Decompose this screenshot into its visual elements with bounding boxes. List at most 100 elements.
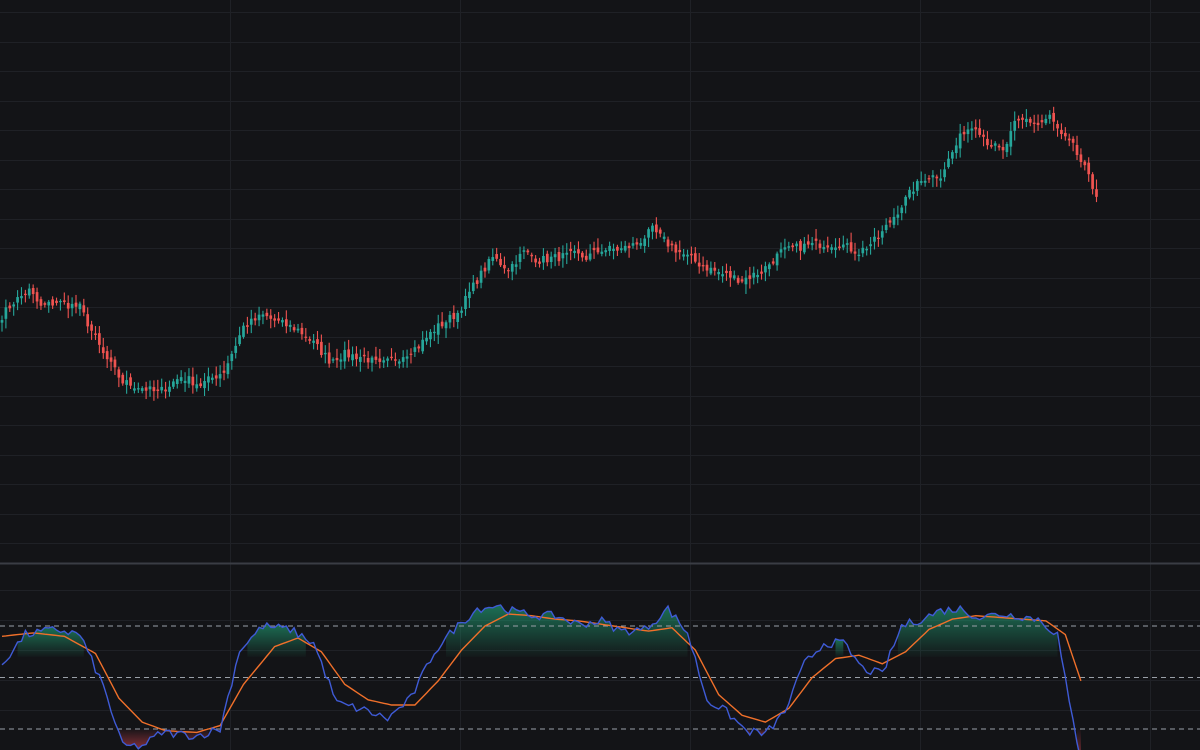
candle-body [82, 305, 86, 313]
candle-body [600, 251, 604, 254]
candle-body [421, 339, 425, 352]
candle-body [179, 377, 183, 381]
candle-body [246, 325, 249, 327]
candle-body [662, 236, 666, 239]
candle-body [744, 277, 748, 285]
candle-body [841, 244, 845, 248]
overbought-fill [835, 639, 844, 657]
candle-body [569, 248, 573, 252]
candle-body [335, 357, 339, 361]
candle-body [799, 241, 802, 251]
candle-body [880, 231, 884, 238]
candle-body [378, 358, 382, 362]
candle-body [931, 175, 935, 178]
candle-body [970, 128, 974, 131]
candle-body [806, 241, 810, 245]
candle-body [997, 145, 1001, 148]
candle-body [729, 271, 732, 278]
candle-body [951, 152, 954, 159]
candle-body [616, 246, 619, 251]
candle-body [935, 176, 939, 179]
candle-body [1036, 122, 1040, 126]
candle-body [830, 247, 833, 250]
candle-body [1013, 120, 1017, 131]
candle-body [43, 303, 47, 305]
candle-body [655, 224, 658, 233]
candle-body [191, 376, 195, 386]
candle-body [522, 250, 526, 252]
candle-body [892, 216, 896, 225]
candle-body [86, 314, 90, 327]
candle-body [425, 337, 428, 342]
candle-body [327, 352, 331, 364]
candle-body [787, 246, 791, 248]
candle-body [47, 301, 51, 306]
candle-body [121, 374, 125, 384]
candle-body [105, 351, 109, 360]
candle-body [514, 264, 518, 267]
candle-body [927, 178, 931, 180]
candle-body [475, 280, 479, 284]
candle-body [923, 180, 927, 183]
candle-body [818, 243, 822, 248]
candle-body [320, 341, 323, 356]
candle-body [612, 248, 615, 252]
candle-body [1083, 161, 1087, 166]
candle-body [709, 267, 713, 274]
candle-body [1067, 138, 1071, 141]
candle-body [986, 138, 989, 146]
candle-body [1032, 122, 1036, 124]
candle-body [55, 300, 58, 303]
candle-body [74, 302, 78, 307]
candle-body [1091, 174, 1094, 189]
candle-body [993, 143, 997, 146]
candle-body [362, 354, 366, 357]
candle-body [826, 245, 830, 248]
candle-body [573, 250, 576, 253]
candle-body [0, 320, 4, 323]
candle-body [717, 272, 721, 275]
candle-body [510, 263, 514, 272]
candle-body [1048, 114, 1052, 119]
candle-body [526, 250, 530, 253]
candle-body [253, 318, 257, 321]
candle-body [487, 259, 491, 271]
candle-body [195, 384, 199, 389]
candle-body [113, 359, 117, 368]
candle-body [351, 354, 354, 361]
candle-body [129, 377, 132, 386]
candle-body [507, 270, 510, 272]
candle-body [939, 178, 943, 181]
candle-body [561, 253, 565, 259]
candle-body [249, 318, 253, 325]
candle-body [869, 244, 872, 247]
candle-body [413, 347, 417, 352]
candle-body [577, 249, 580, 254]
candle-body [214, 375, 218, 379]
candle-body [273, 318, 276, 321]
candle-body [292, 327, 296, 331]
candle-body [152, 387, 156, 392]
candle-body [588, 253, 592, 260]
candle-body [877, 237, 880, 239]
candle-body [8, 305, 12, 309]
candle-body [125, 380, 128, 385]
candle-body [257, 314, 261, 321]
candle-body [207, 376, 210, 383]
candle-body [919, 181, 923, 183]
candle-body [284, 319, 288, 327]
candle-body [686, 254, 689, 257]
candle-body [904, 196, 907, 206]
candle-body [98, 333, 101, 345]
candle-body [635, 242, 639, 245]
candle-body [117, 369, 121, 378]
candle-body [183, 380, 187, 384]
candle-body [557, 252, 561, 262]
candle-body [440, 321, 444, 327]
candle-body [690, 253, 693, 256]
candle-body [1087, 162, 1091, 175]
candle-body [66, 302, 70, 309]
candle-body [783, 247, 787, 250]
candle-body [814, 238, 818, 241]
candle-body [1052, 112, 1055, 122]
